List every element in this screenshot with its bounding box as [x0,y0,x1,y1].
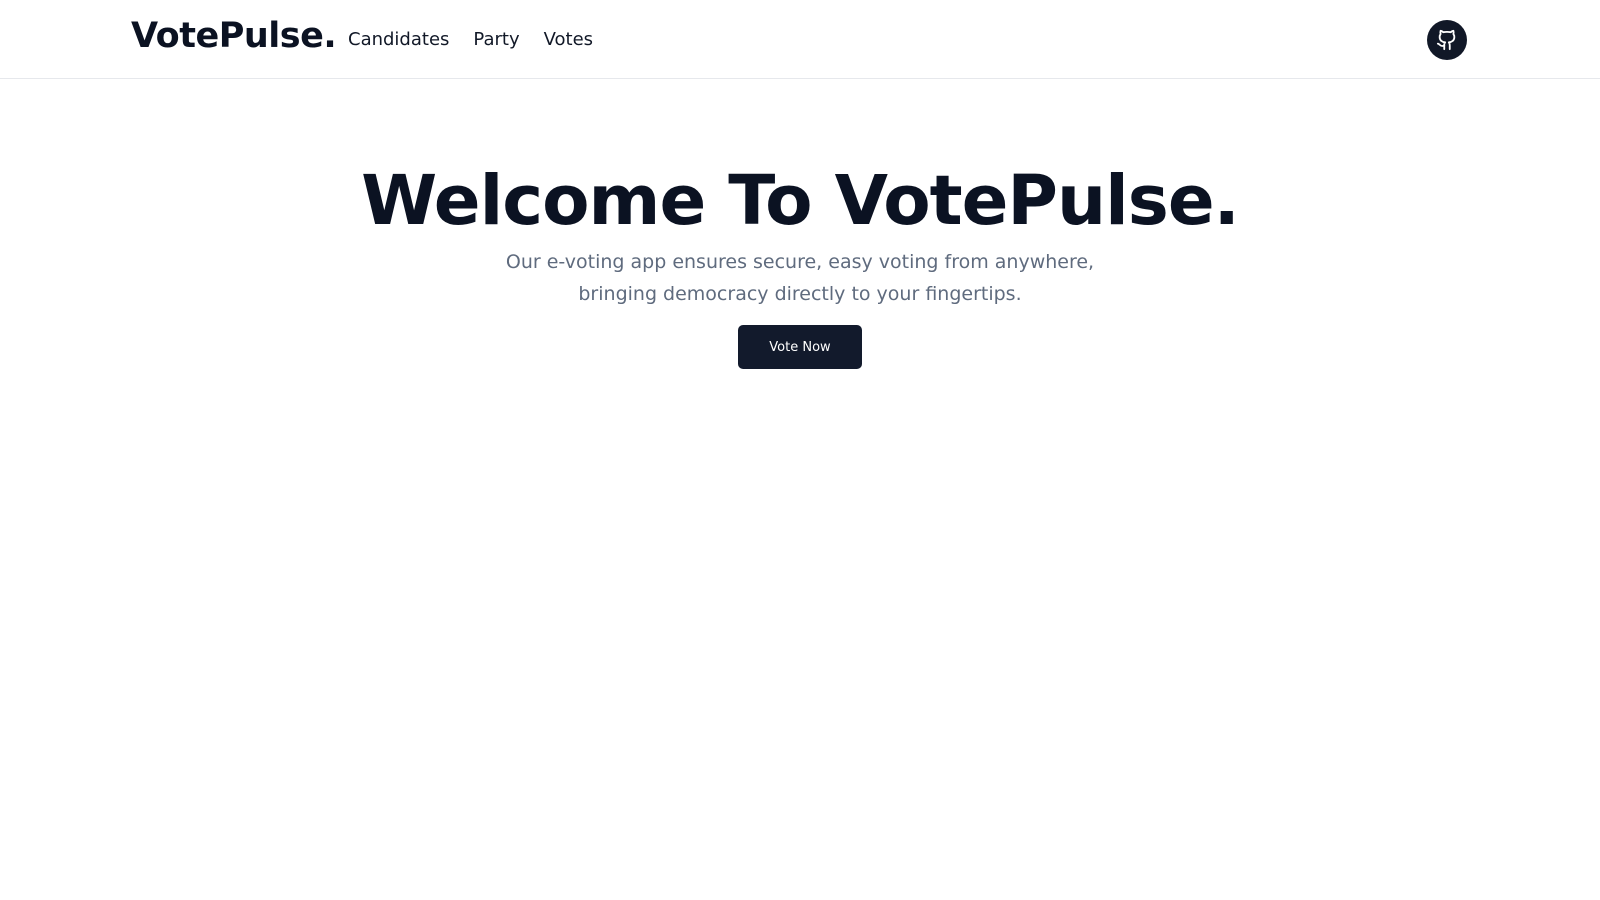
github-icon [1436,29,1456,51]
nav-link-votes[interactable]: Votes [544,27,593,53]
vote-now-button[interactable]: Vote Now [738,325,862,369]
hero-subtitle: Our e-voting app ensures secure, easy vo… [505,251,1095,305]
top-navbar: VotePulse. Candidates Party Votes [0,0,1600,79]
hero-title: Welcome To VotePulse. [361,161,1240,241]
brand-logo[interactable]: VotePulse. [131,13,337,59]
main-nav: Candidates Party Votes [348,27,593,53]
github-button[interactable] [1427,20,1467,60]
hero-section: Welcome To VotePulse. Our e-voting app e… [0,158,1600,369]
nav-link-candidates[interactable]: Candidates [348,27,449,53]
nav-link-party[interactable]: Party [473,27,519,53]
